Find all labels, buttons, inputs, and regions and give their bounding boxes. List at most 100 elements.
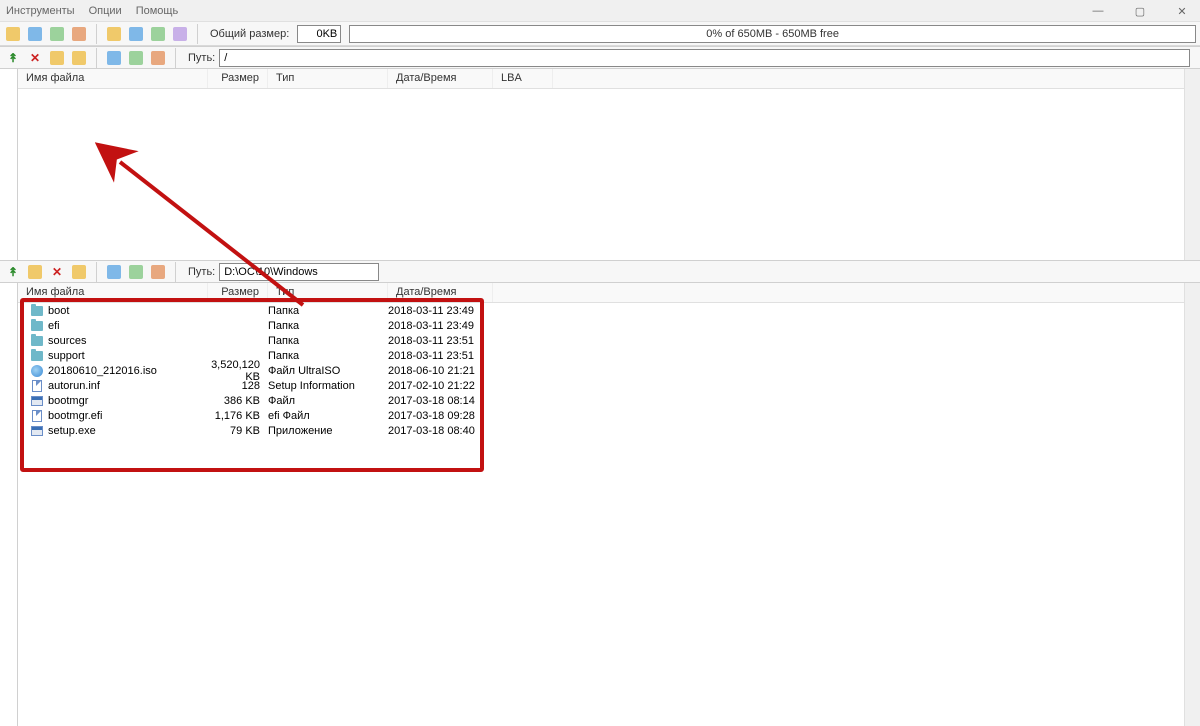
file-name: setup.exe	[48, 425, 208, 437]
path-label-bottom: Путь:	[188, 266, 215, 278]
menu-tools[interactable]: Инструменты	[6, 5, 75, 17]
file-size: 79 KB	[208, 425, 268, 437]
tb-exit-icon[interactable]	[171, 25, 189, 43]
image-pane-toolbar: ↟ ✕ Путь: /	[0, 47, 1200, 69]
file-date: 2018-06-10 21:21	[388, 365, 493, 377]
local-list-header: Имя файла Размер Тип Дата/Время	[18, 283, 1184, 303]
col-name[interactable]: Имя файла	[18, 69, 208, 88]
col-lba[interactable]: LBA	[493, 69, 553, 88]
up-icon[interactable]: ↟	[4, 263, 22, 281]
capacity-bar: 0% of 650MB - 650MB free	[349, 25, 1196, 43]
file-type: Папка	[268, 305, 388, 317]
tb-extract-icon[interactable]	[105, 25, 123, 43]
file-date: 2018-03-11 23:49	[388, 305, 493, 317]
local-pane: ↟ ✕ Путь: D:\OC\10\Windows (обновленная)…	[0, 260, 1200, 726]
props-icon[interactable]	[105, 49, 123, 67]
file-type: Setup Information	[268, 380, 388, 392]
file-name: 20180610_212016.iso	[48, 365, 208, 377]
file-row[interactable]: bootmgr386 KBФайл2017-03-18 08:14	[18, 393, 1184, 408]
add-icon[interactable]	[105, 263, 123, 281]
file-type: Папка	[268, 320, 388, 332]
tb-save-icon[interactable]	[48, 25, 66, 43]
file-row[interactable]: 20180610_212016.iso3,520,120 KBФайл Ultr…	[18, 363, 1184, 378]
file-name: bootmgr	[48, 395, 208, 407]
file-type: Файл UltraISO	[268, 365, 388, 377]
maximize-button[interactable]: ▢	[1128, 5, 1152, 18]
file-date: 2017-02-10 21:22	[388, 380, 493, 392]
col-size[interactable]: Размер	[208, 69, 268, 88]
newfolder-icon[interactable]	[48, 49, 66, 67]
file-name: autorun.inf	[48, 380, 208, 392]
tb-saveas-icon[interactable]	[70, 25, 88, 43]
separator	[175, 48, 176, 68]
file-date: 2018-03-11 23:51	[388, 350, 493, 362]
folder-icon[interactable]	[70, 49, 88, 67]
scrollbar[interactable]	[1184, 283, 1200, 726]
close-button[interactable]: ✕	[1170, 5, 1194, 18]
file-row[interactable]: boot Папка2018-03-11 23:49	[18, 303, 1184, 318]
file-row[interactable]: supportПапка2018-03-11 23:51	[18, 348, 1184, 363]
file-row[interactable]: sourcesПапка2018-03-11 23:51	[18, 333, 1184, 348]
file-type: Файл	[268, 395, 388, 407]
tb-open-icon[interactable]	[26, 25, 44, 43]
col-name[interactable]: Имя файла	[18, 283, 208, 302]
menubar: Инструменты Опции Помощь — ▢ ✕	[0, 0, 1200, 22]
file-row[interactable]: setup.exe79 KBПриложение2017-03-18 08:40	[18, 423, 1184, 438]
file-size: 1,176 KB	[208, 410, 268, 422]
image-list-header: Имя файла Размер Тип Дата/Время LBA	[18, 69, 1184, 89]
list-icon[interactable]	[149, 263, 167, 281]
settings-icon[interactable]	[127, 263, 145, 281]
image-tree[interactable]	[0, 69, 18, 260]
folder-icon	[30, 304, 44, 318]
file-type: efi Файл	[268, 410, 388, 422]
delete-icon[interactable]: ✕	[48, 263, 66, 281]
separator	[96, 48, 97, 68]
menu-options[interactable]: Опции	[89, 5, 122, 17]
total-size-value: 0KB	[297, 25, 341, 43]
minimize-button[interactable]: —	[1086, 5, 1110, 17]
file-size: 386 KB	[208, 395, 268, 407]
separator	[175, 262, 176, 282]
file-name: boot	[48, 305, 208, 317]
folder-icon	[30, 334, 44, 348]
up-icon[interactable]: ↟	[4, 49, 22, 67]
exe-icon	[30, 394, 44, 408]
file-name: sources	[48, 335, 208, 347]
col-type[interactable]: Тип	[268, 283, 388, 302]
image-file-list[interactable]: Имя файла Размер Тип Дата/Время LBA	[18, 69, 1184, 260]
local-tree[interactable]	[0, 283, 18, 726]
folder-icon	[30, 349, 44, 363]
col-date[interactable]: Дата/Время	[388, 69, 493, 88]
path-label-top: Путь:	[188, 52, 215, 64]
main-toolbar: Общий размер: 0KB 0% of 650MB - 650MB fr…	[0, 22, 1200, 46]
delete-icon[interactable]: ✕	[26, 49, 44, 67]
settings-icon[interactable]	[127, 49, 145, 67]
file-row[interactable]: autorun.inf128Setup Information2017-02-1…	[18, 378, 1184, 393]
scrollbar[interactable]	[1184, 69, 1200, 260]
folder-icon[interactable]	[70, 263, 88, 281]
path-input-top[interactable]: /	[219, 49, 1190, 67]
local-file-list[interactable]: Имя файла Размер Тип Дата/Время boot Папк…	[18, 283, 1184, 726]
capacity-text: 0% of 650MB - 650MB free	[706, 28, 839, 40]
tb-info-icon[interactable]	[127, 25, 145, 43]
exe-icon	[30, 424, 44, 438]
path-input-bottom[interactable]: D:\OC\10\Windows (обновленная)	[219, 263, 379, 281]
separator	[197, 24, 198, 44]
file-row[interactable]: bootmgr.efi1,176 KBefi Файл2017-03-18 09…	[18, 408, 1184, 423]
tb-help-icon[interactable]	[149, 25, 167, 43]
col-type[interactable]: Тип	[268, 69, 388, 88]
list-icon[interactable]	[149, 49, 167, 67]
separator	[96, 262, 97, 282]
image-pane: ↟ ✕ Путь: / Имя файла Размер Тип	[0, 46, 1200, 260]
menu-help[interactable]: Помощь	[136, 5, 179, 17]
tb-new-icon[interactable]	[4, 25, 22, 43]
file-date: 2017-03-18 08:40	[388, 425, 493, 437]
newfolder-icon[interactable]	[26, 263, 44, 281]
file-type: Папка	[268, 350, 388, 362]
col-date[interactable]: Дата/Время	[388, 283, 493, 302]
local-pane-toolbar: ↟ ✕ Путь: D:\OC\10\Windows (обновленная)	[0, 261, 1200, 283]
col-size[interactable]: Размер	[208, 283, 268, 302]
file-date: 2018-03-11 23:51	[388, 335, 493, 347]
separator	[96, 24, 97, 44]
file-row[interactable]: efiПапка2018-03-11 23:49	[18, 318, 1184, 333]
